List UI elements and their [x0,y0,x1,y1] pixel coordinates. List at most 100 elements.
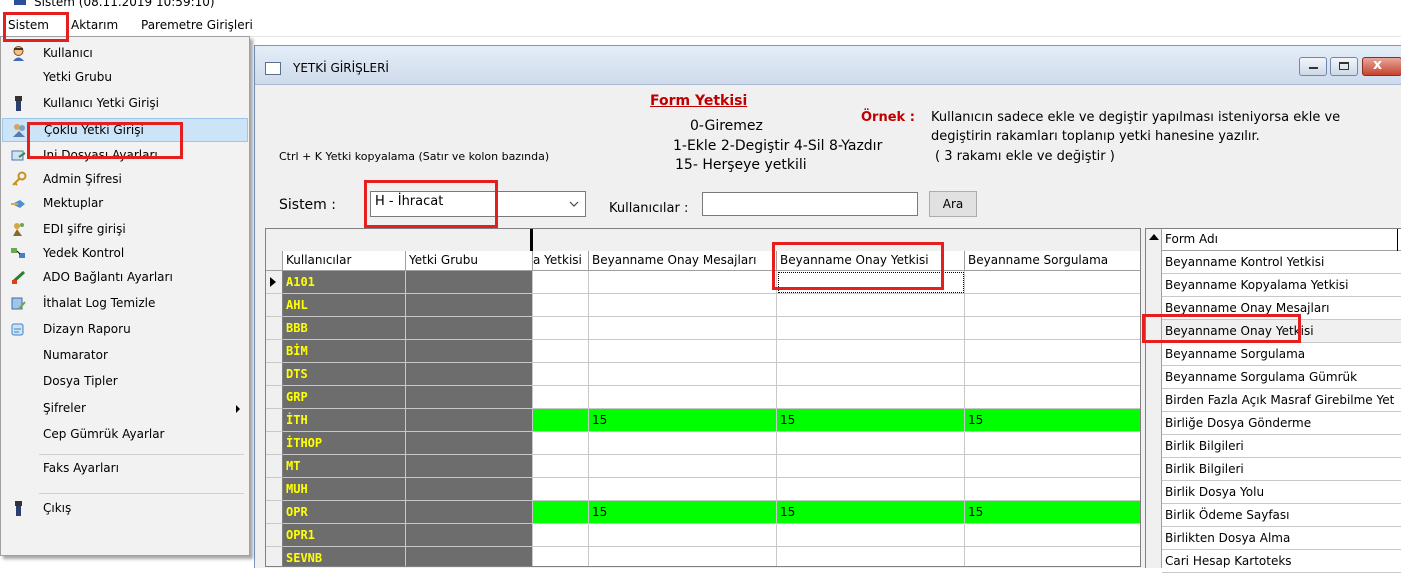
menu-item-0[interactable]: Kullanıcı [2,42,248,66]
cell-yetki-grubu[interactable] [406,455,533,478]
cell-yetki-grubu[interactable] [406,501,533,524]
cell-yetki-value[interactable] [589,524,777,547]
cell-yetki-value[interactable] [589,294,777,317]
cell-yetki-value[interactable] [777,432,965,455]
table-row[interactable]: MT [266,455,1140,478]
cell-user[interactable]: İTH [283,409,406,432]
cell-yetki-value[interactable] [533,340,589,363]
row-indicator[interactable] [266,432,283,455]
menu-item-15[interactable]: Cep Gümrük Ayarlar [2,423,248,447]
row-indicator[interactable] [266,386,283,409]
list-item[interactable]: Beyanname Kontrol Yetkisi [1162,251,1401,274]
list-item[interactable]: Birlik Dosya Yolu [1162,481,1401,504]
table-row[interactable]: GRP [266,386,1140,409]
form-list-header[interactable]: Form Adı [1162,229,1401,251]
cell-yetki-grubu[interactable] [406,271,533,294]
menu-item-6[interactable]: Mektuplar [2,192,248,216]
list-item[interactable]: Birlik Bilgileri [1162,458,1401,481]
cell-yetki-value[interactable] [965,340,1140,363]
cell-yetki-value[interactable] [589,455,777,478]
cell-yetki-value[interactable] [965,547,1140,566]
cell-yetki-value[interactable] [533,432,589,455]
menu-item-10[interactable]: İthalat Log Temizle [2,292,248,316]
cell-yetki-value[interactable] [777,455,965,478]
cell-yetki-value[interactable] [777,317,965,340]
cell-yetki-value[interactable] [965,455,1140,478]
cell-user[interactable]: MUH [283,478,406,501]
menu-item-13[interactable]: Dosya Tipler [2,370,248,394]
menu-item-7[interactable]: EDI şifre girişi [2,218,248,242]
cell-user[interactable]: OPR1 [283,524,406,547]
cell-yetki-value[interactable]: 15 [965,409,1140,432]
cell-yetki-value[interactable] [589,547,777,566]
cell-yetki-value[interactable] [777,294,965,317]
cell-yetki-grubu[interactable] [406,294,533,317]
table-row[interactable]: A101 [266,271,1140,294]
row-indicator[interactable] [266,409,283,432]
cell-yetki-value[interactable] [533,524,589,547]
menu-parametre-girisleri[interactable]: Paremetre Girişleri [141,18,253,32]
cell-yetki-value[interactable] [965,478,1140,501]
cell-yetki-grubu[interactable] [406,363,533,386]
maximize-button[interactable] [1330,57,1358,76]
cell-user[interactable]: GRP [283,386,406,409]
scroll-up-icon[interactable] [1149,234,1159,240]
minimize-button[interactable] [1299,57,1327,76]
cell-user[interactable]: SEVNB [283,547,406,566]
cell-yetki-value[interactable]: 15 [777,501,965,524]
table-row[interactable]: İTH 15 15 15 [266,409,1140,432]
cell-yetki-value[interactable] [533,409,589,432]
list-item[interactable]: Birden Fazla Açık Masraf Girebilme Yet [1162,389,1401,412]
cell-yetki-value[interactable] [965,363,1140,386]
cell-yetki-value[interactable] [589,340,777,363]
list-item[interactable]: Beyanname Kopyalama Yetkisi [1162,274,1401,297]
row-indicator[interactable] [266,363,283,386]
cell-yetki-value[interactable] [965,386,1140,409]
cell-yetki-grubu[interactable] [406,340,533,363]
col-header-yetki-grubu[interactable]: Yetki Grubu [406,251,533,271]
cell-user[interactable]: BBB [283,317,406,340]
row-indicator[interactable] [266,294,283,317]
table-row[interactable]: DTS [266,363,1140,386]
cell-yetki-value[interactable] [589,363,777,386]
table-row[interactable]: OPR 15 15 15 [266,501,1140,524]
menu-item-11[interactable]: Dizayn Raporu [2,318,248,342]
row-indicator[interactable] [266,317,283,340]
cell-yetki-grubu[interactable] [406,478,533,501]
cell-yetki-value[interactable] [533,547,589,566]
cell-yetki-value[interactable] [777,386,965,409]
menu-item-1[interactable]: Yetki Grubu [2,66,248,90]
cell-yetki-value[interactable]: 15 [589,501,777,524]
yetki-grid[interactable]: Kullanıcılar Yetki Grubu a Yetkisi Beyan… [265,228,1141,567]
row-indicator[interactable] [266,478,283,501]
cell-yetki-value[interactable] [777,547,965,566]
cell-yetki-value[interactable] [965,524,1140,547]
col-header-sorgulama[interactable]: Beyanname Sorgulama [965,251,1140,271]
row-indicator[interactable] [266,501,283,524]
row-indicator[interactable] [266,455,283,478]
menu-item-17[interactable]: Çıkış [2,497,248,521]
cell-yetki-value[interactable] [589,478,777,501]
cell-yetki-value[interactable] [533,455,589,478]
cell-yetki-value[interactable] [777,478,965,501]
menu-item-14[interactable]: Şifreler [2,397,248,421]
row-indicator[interactable] [266,271,283,294]
cell-yetki-value[interactable] [533,271,589,294]
cell-yetki-value[interactable] [965,432,1140,455]
row-indicator[interactable] [266,547,283,566]
cell-user[interactable]: AHL [283,294,406,317]
cell-yetki-value[interactable] [965,294,1140,317]
cell-yetki-value[interactable] [533,478,589,501]
ara-button[interactable]: Ara [929,191,977,217]
table-row[interactable]: SEVNB [266,547,1140,566]
table-row[interactable]: OPR1 [266,524,1140,547]
cell-yetki-value[interactable] [589,432,777,455]
menu-item-2[interactable]: Kullanıcı Yetki Girişi [2,92,248,116]
cell-yetki-value[interactable] [965,317,1140,340]
table-row[interactable]: İTHOP [266,432,1140,455]
cell-yetki-grubu[interactable] [406,547,533,566]
table-row[interactable]: MUH [266,478,1140,501]
table-row[interactable]: BİM [266,340,1140,363]
cell-yetki-value[interactable] [589,271,777,294]
col-header-onay-mesajlari[interactable]: Beyanname Onay Mesajları [589,251,777,271]
